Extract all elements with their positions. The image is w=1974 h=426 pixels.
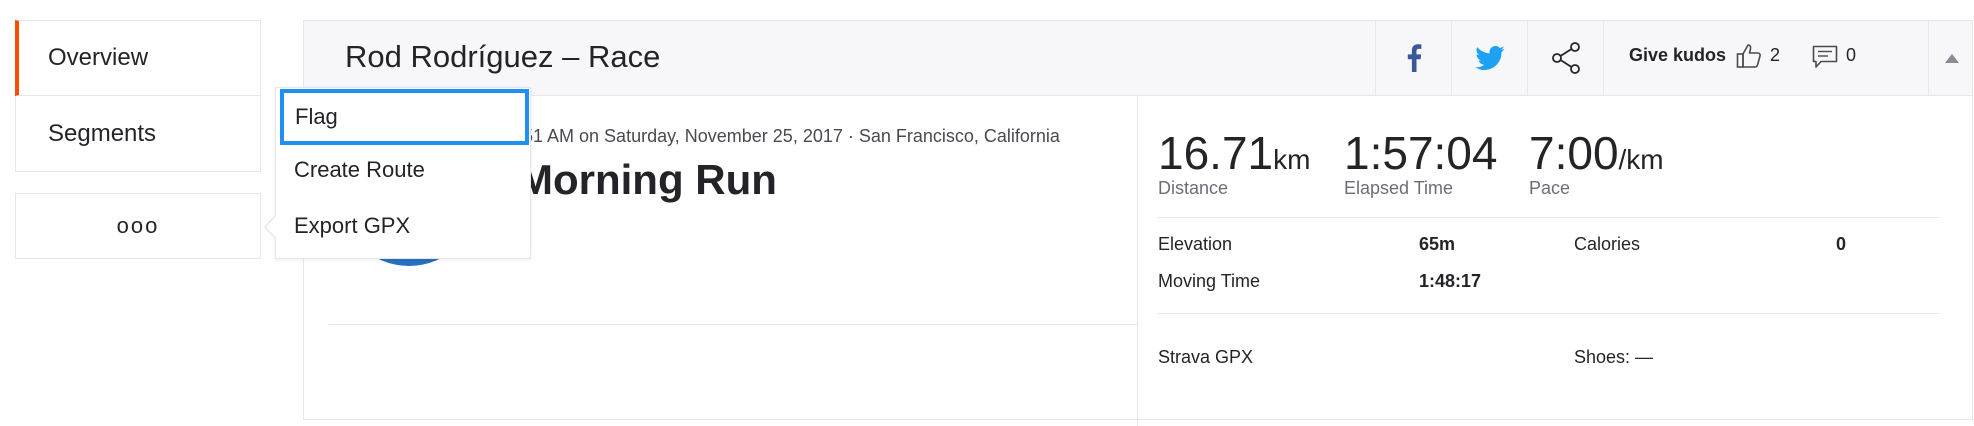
elapsed-value: 1:57:04 xyxy=(1344,127,1498,179)
divider xyxy=(329,324,1137,325)
elevation-label: Elevation xyxy=(1158,234,1233,254)
activity-meta: :51 AM on Saturday, November 25, 2017 · … xyxy=(518,126,1060,146)
distance-unit: km xyxy=(1273,144,1311,175)
thumbs-up-icon[interactable] xyxy=(1736,43,1762,69)
device-label: Strava GPX xyxy=(1158,347,1254,367)
kudos-count[interactable]: 2 xyxy=(1770,45,1780,66)
stat-distance: 16.71km Distance xyxy=(1158,126,1310,199)
share-button[interactable] xyxy=(1527,21,1604,95)
collapse-caret-icon xyxy=(1945,54,1959,63)
pace-value: 7:00 xyxy=(1529,127,1619,179)
stat-pace: 7:00/km Pace xyxy=(1529,126,1664,199)
pace-label: Pace xyxy=(1529,178,1571,198)
divider xyxy=(1158,313,1939,314)
stat-elapsed-time: 1:57:04 Elapsed Time xyxy=(1344,126,1497,199)
sidebar-nav: Overview Segments xyxy=(15,20,261,172)
menu-item-export-gpx[interactable]: Export GPX xyxy=(294,213,410,239)
activity-name: Morning Run xyxy=(518,156,777,203)
twitter-share-button[interactable] xyxy=(1451,21,1528,95)
moving-time-value: 1:48:17 xyxy=(1419,271,1482,291)
menu-item-flag[interactable]: Flag xyxy=(280,89,529,145)
dropdown-caret xyxy=(264,214,277,240)
nav-item-label: Segments xyxy=(48,119,157,147)
page-title: Rod Rodríguez – Race xyxy=(345,39,661,74)
kudos-section: Give kudos 2 0 xyxy=(1603,21,1929,95)
distance-label: Distance xyxy=(1158,178,1229,198)
twitter-icon xyxy=(1475,46,1505,70)
nav-item-overview[interactable]: Overview xyxy=(15,20,261,96)
moving-time-label: Moving Time xyxy=(1158,271,1261,291)
menu-item-label: Flag xyxy=(295,104,338,129)
activity-header: Rod Rodríguez – Race Give kudos 2 0 xyxy=(304,21,1972,96)
more-actions-button[interactable]: ooo xyxy=(15,193,261,259)
give-kudos-button[interactable]: Give kudos xyxy=(1629,45,1726,66)
share-icon xyxy=(1552,42,1580,74)
more-actions-menu: Flag Create Route Export GPX xyxy=(275,87,531,259)
activity-card: Rod Rodríguez – Race Give kudos 2 0:51 … xyxy=(303,20,1973,426)
distance-value: 16.71 xyxy=(1158,127,1274,179)
pace-unit: /km xyxy=(1618,144,1664,175)
nav-item-label: Overview xyxy=(48,44,149,71)
facebook-icon xyxy=(1407,44,1422,72)
nav-item-segments[interactable]: Segments xyxy=(15,96,261,172)
comment-icon[interactable] xyxy=(1812,45,1838,69)
calories-label: Calories xyxy=(1574,234,1641,254)
menu-item-create-route[interactable]: Create Route xyxy=(294,157,425,183)
calories-value: 0 xyxy=(1836,234,1847,254)
shoes-label: Shoes: — xyxy=(1574,347,1654,367)
more-dots-icon: ooo xyxy=(116,213,160,238)
menu-item-label: Export GPX xyxy=(294,213,411,238)
facebook-share-button[interactable] xyxy=(1375,21,1452,95)
comment-count[interactable]: 0 xyxy=(1846,45,1856,66)
menu-item-label: Create Route xyxy=(294,157,425,182)
collapse-button[interactable] xyxy=(1928,21,1974,95)
divider xyxy=(1158,217,1939,218)
elevation-value: 65m xyxy=(1419,234,1456,254)
elapsed-label: Elapsed Time xyxy=(1344,178,1454,198)
activity-stats: 16.71km Distance 1:57:04 Elapsed Time 7:… xyxy=(1137,96,1974,426)
